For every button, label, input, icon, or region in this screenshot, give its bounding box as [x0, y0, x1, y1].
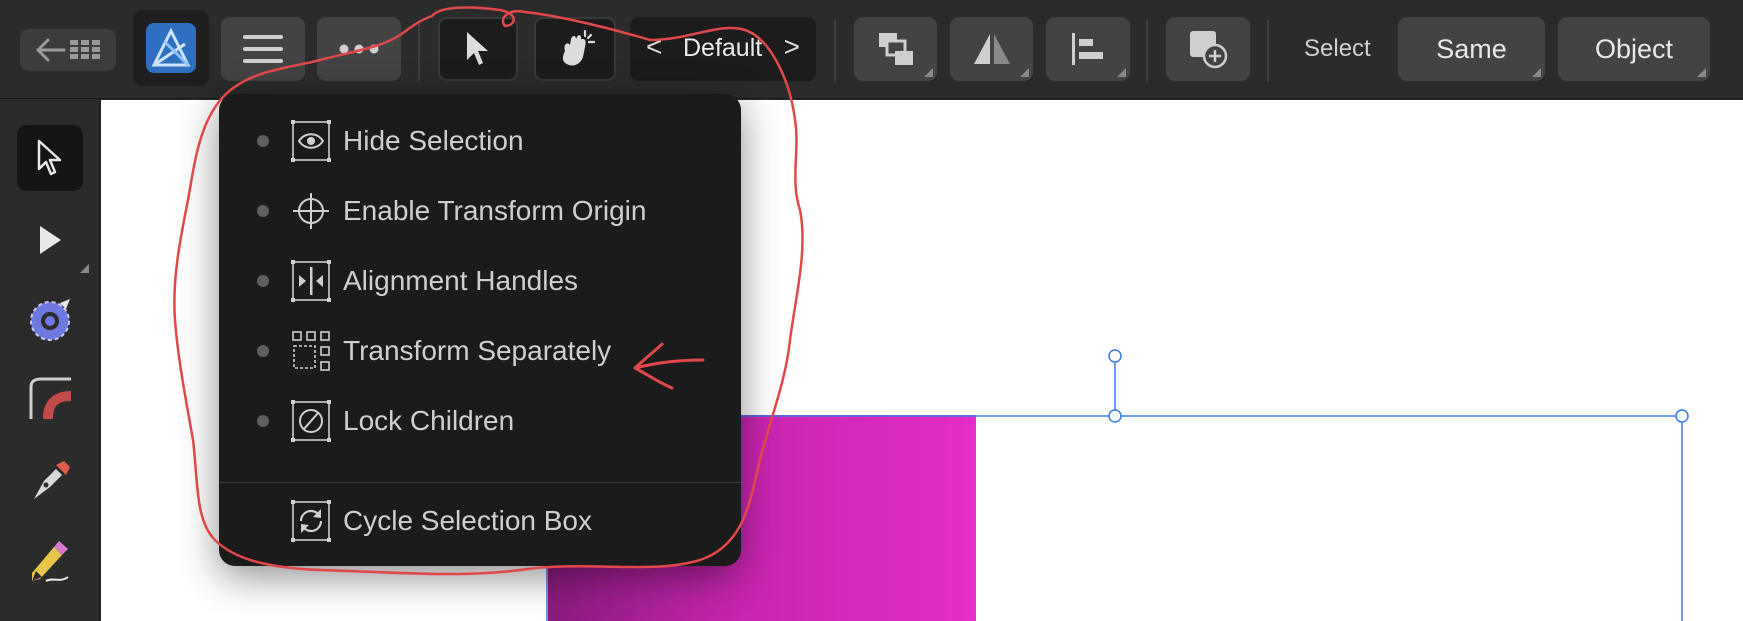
insert-button[interactable]	[1166, 17, 1250, 81]
option-indicator	[257, 205, 269, 217]
select-label: Select	[1304, 35, 1371, 62]
gradient-tool-icon	[30, 299, 70, 341]
menu-item-cycle-selection-box[interactable]: Cycle Selection Box	[219, 486, 741, 556]
align-button[interactable]	[1046, 17, 1130, 81]
submenu-indicator	[1697, 68, 1706, 77]
submenu-indicator	[924, 68, 933, 77]
move-tool-icon	[467, 32, 488, 65]
move-tool-mode-button[interactable]	[438, 17, 518, 81]
toolbar-separator	[834, 20, 836, 82]
eye-icon	[291, 120, 331, 162]
selection-handle	[1108, 409, 1122, 423]
move-tool[interactable]	[17, 125, 83, 191]
lock-icon	[291, 400, 331, 442]
top-toolbar: < Default > Select Same Object	[0, 0, 1743, 99]
menu-item-label: Hide Selection	[343, 125, 524, 156]
option-indicator	[257, 135, 269, 147]
menu-item-transform-separately[interactable]: Transform Separately	[219, 316, 741, 386]
menu-item-hide-selection[interactable]: Hide Selection	[219, 106, 741, 176]
node-tool[interactable]	[17, 207, 89, 273]
arrange-icon	[878, 33, 913, 65]
menu-item-label: Enable Transform Origin	[343, 195, 647, 226]
flip-button[interactable]	[950, 17, 1033, 81]
menu-item-label: Transform Separately	[343, 335, 612, 366]
more-icon	[339, 44, 379, 54]
corner-tool-icon	[29, 377, 71, 419]
prev-arrow[interactable]: <	[646, 31, 662, 63]
touch-mode-button[interactable]	[534, 17, 616, 81]
pencil-icon	[32, 541, 69, 582]
designer-app-icon	[146, 23, 196, 73]
select-same-button[interactable]: Same	[1398, 17, 1545, 81]
same-label: Same	[1436, 33, 1507, 64]
crosshair-icon	[293, 193, 329, 229]
move-tool-icon	[37, 139, 62, 176]
more-button[interactable]	[317, 17, 401, 81]
hamburger-icon	[243, 35, 283, 63]
menu-item-alignment-handles[interactable]: Alignment Handles	[219, 246, 741, 316]
menu-item-enable-transform-origin[interactable]: Enable Transform Origin	[219, 176, 741, 246]
menu-item-label: Lock Children	[343, 405, 515, 436]
grid-icon	[70, 40, 100, 59]
personas-label: Default	[683, 34, 763, 62]
back-arrow-icon	[36, 38, 66, 62]
object-label: Object	[1594, 33, 1674, 64]
toolbar-separator	[1146, 20, 1148, 82]
submenu-indicator	[1532, 68, 1541, 77]
point-transform-tool[interactable]	[17, 286, 83, 352]
pencil-tool[interactable]	[17, 528, 83, 594]
submenu-indicator	[1117, 68, 1126, 77]
menu-item-lock-children[interactable]: Lock Children	[219, 386, 741, 456]
tools-panel	[0, 100, 100, 621]
option-indicator	[257, 345, 269, 357]
alignment-handles-icon	[291, 260, 331, 302]
arrange-button[interactable]	[854, 17, 937, 81]
pen-icon	[34, 461, 70, 499]
submenu-indicator	[1020, 68, 1029, 77]
menu-divider	[219, 482, 741, 483]
flip-icon	[973, 34, 1010, 64]
selection-options-menu: Hide Selection Enable Transform Origin A…	[219, 94, 741, 566]
app-window: < Default > Select Same Object Hide Sele…	[0, 0, 1743, 621]
corner-tool[interactable]	[17, 365, 83, 431]
selection-handle	[1675, 409, 1689, 423]
node-tool-icon	[40, 226, 61, 254]
app-persona-button[interactable]	[133, 10, 209, 86]
menu-item-label: Alignment Handles	[343, 265, 579, 296]
touch-icon	[562, 29, 596, 66]
cycle-icon	[291, 500, 331, 542]
toolbar-separator	[1267, 20, 1269, 82]
option-indicator	[257, 415, 269, 427]
insert-icon	[1190, 31, 1228, 69]
personas-selector[interactable]: < Default >	[630, 17, 816, 81]
next-arrow[interactable]: >	[784, 31, 800, 63]
toolbar-separator	[418, 20, 420, 82]
select-object-button[interactable]: Object	[1558, 17, 1710, 81]
back-button[interactable]	[20, 29, 116, 71]
menu-item-label: Cycle Selection Box	[343, 505, 593, 536]
menu-button[interactable]	[221, 17, 305, 81]
option-indicator	[257, 275, 269, 287]
pen-tool[interactable]	[17, 448, 83, 514]
submenu-indicator	[80, 264, 89, 273]
rotation-handle	[1108, 349, 1122, 363]
align-icon	[1072, 33, 1103, 65]
transform-separately-icon	[292, 331, 330, 371]
